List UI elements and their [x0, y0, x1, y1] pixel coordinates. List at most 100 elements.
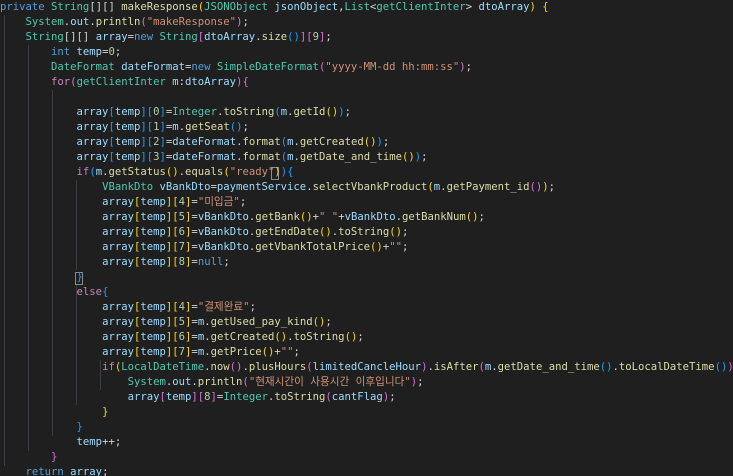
code-line[interactable]: array[temp][8]=Integer.toString(cantFlag… [0, 390, 396, 405]
code-token: array [95, 31, 128, 43]
code-token: private [0, 1, 52, 13]
code-token: getUsed_pay_kind [210, 316, 313, 328]
code-token: { [242, 76, 249, 88]
code-token: else [76, 286, 103, 298]
code-token: ; [401, 226, 409, 238]
code-line[interactable]: DateFormat dateFormat=new SimpleDateForm… [0, 60, 472, 75]
code-token: temp [140, 241, 166, 253]
code-line[interactable]: System.out.println("현재시간이 사용시간 이후입니다"); [0, 375, 424, 390]
code-token: makeResponse [121, 1, 198, 13]
code-token: ; [417, 376, 424, 388]
code-token: array [102, 316, 134, 328]
code-token: getSeat [185, 121, 230, 133]
code-editor[interactable]: private String[][] makeResponse(JSONObje… [0, 0, 733, 476]
code-token: vBankDto [159, 181, 211, 193]
code-token: array [76, 106, 109, 118]
code-line[interactable]: array[temp][1]=m.getSeat(); [0, 120, 249, 135]
code-token: temp [140, 196, 166, 208]
code-token: temp [140, 346, 166, 358]
code-token: } [102, 406, 109, 418]
code-token: "makeResponse" [146, 16, 237, 28]
code-token: println [197, 376, 243, 388]
code-line[interactable]: array[temp][5]=vBankDto.getBank()+" "+vB… [0, 210, 485, 225]
code-token: array [102, 226, 134, 238]
code-token: { [287, 166, 294, 178]
code-line[interactable]: array[temp][4]="결제완료"; [0, 300, 256, 315]
code-token: () [274, 331, 288, 343]
code-token: toLocalDateTime [618, 361, 715, 373]
code-line[interactable]: array[temp][3]=dateFormat.format(m.getDa… [0, 150, 428, 165]
code-token: getVbankTotalPrice [255, 241, 371, 253]
code-line[interactable]: array[temp][7]=vBankDto.getVbankTotalPri… [0, 240, 408, 255]
code-line[interactable]: array[temp][5]=m.getUsed_pay_kind(); [0, 315, 332, 330]
code-token: out [172, 376, 192, 388]
code-line[interactable]: int temp=0; [0, 45, 121, 60]
code-line[interactable]: for(getClientInter m:dtoArray){ [0, 75, 249, 90]
code-line[interactable]: array[temp][2]=dateFormat.format(m.getCr… [0, 135, 390, 150]
code-line[interactable]: if(m.getStatus().equals("ready")){ [0, 165, 294, 180]
code-line[interactable]: array[temp][4]="미입금"; [0, 195, 246, 210]
code-token: ) [727, 361, 733, 373]
code-token: array [76, 151, 109, 163]
code-line[interactable]: else{ [0, 285, 109, 300]
code-token: ; [465, 61, 473, 73]
code-token: ; [239, 196, 247, 208]
code-line[interactable]: VBankDto vBankDto=paymentService.selectV… [0, 180, 555, 195]
code-token: DateFormat [51, 61, 122, 73]
code-token: println [95, 16, 141, 28]
code-token: temp [140, 256, 166, 268]
code-token: getCreated [299, 136, 364, 148]
code-line[interactable]: array[temp][6]=vBankDto.getEndDate().toS… [0, 225, 408, 240]
code-token: array [102, 196, 134, 208]
code-token: now [210, 361, 230, 373]
code-line[interactable]: } [0, 405, 108, 420]
code-token: ; [325, 31, 332, 43]
code-line[interactable]: } [0, 450, 57, 465]
code-token: toString [274, 391, 326, 403]
code-token: if [76, 166, 90, 178]
code-token: () [229, 361, 243, 373]
code-line[interactable]: System.out.println("makeResponse"); [0, 15, 249, 30]
code-line[interactable]: String[][] array=new String[dtoArray.siz… [0, 30, 332, 45]
code-token: format [242, 136, 281, 148]
code-token: temp [140, 331, 166, 343]
code-line[interactable]: array[temp][7]=m.getPrice()+""; [0, 345, 300, 360]
code-token: ; [382, 136, 390, 148]
code-token: ; [102, 466, 109, 476]
code-token: toString [223, 106, 275, 118]
code-line[interactable]: temp++; [0, 435, 122, 450]
code-line[interactable]: } [0, 420, 83, 435]
code-token: array [76, 136, 109, 148]
code-token: getCreated [210, 331, 275, 343]
code-line[interactable]: return array; [0, 465, 109, 476]
code-token: "결제완료" [197, 301, 250, 313]
code-token: temp [165, 391, 192, 403]
code-token: temp [76, 46, 103, 58]
code-line[interactable]: array[temp][6]=m.getCreated().toString()… [0, 330, 364, 345]
code-token: temp [114, 121, 141, 133]
code-line[interactable]: if(LocalDateTime.now().plusHours(limited… [0, 360, 733, 375]
code-token: array [102, 301, 134, 313]
code-line[interactable]: array[temp][8]=null; [0, 255, 230, 270]
code-token: array [102, 256, 134, 268]
code-line[interactable]: private String[][] makeResponse(JSONObje… [0, 0, 549, 15]
code-token: System [25, 16, 64, 28]
code-token: LocalDateTime [121, 361, 205, 373]
code-line[interactable]: } [0, 270, 83, 285]
code-token: getStatus [108, 166, 166, 178]
code-line[interactable]: array[temp][0]=Integer.toString(m.getId(… [0, 105, 351, 120]
code-token: > [465, 1, 479, 13]
